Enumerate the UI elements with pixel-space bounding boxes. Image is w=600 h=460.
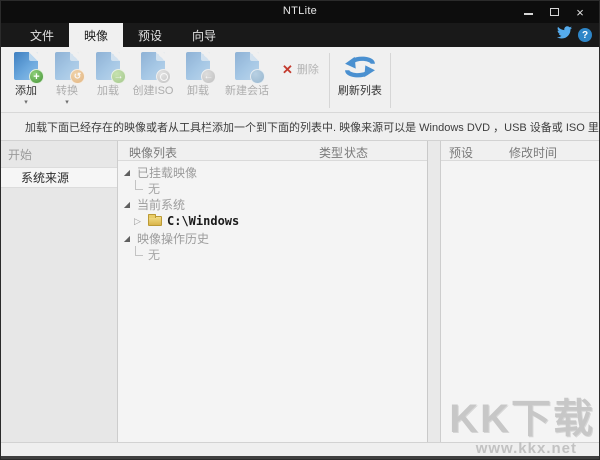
arrow-left-badge-icon: ← [201,69,216,84]
convert-image-button[interactable]: ↺ 转换 ▾ [47,52,87,107]
expander-open-icon[interactable]: ◢ [121,234,133,243]
delete-x-icon: ✕ [282,61,293,77]
ntlite-window: NTLite × 文件 映像 预设 向导 ? + 添加 ▾ ↺ 转换 ▾ → 加… [0,0,600,460]
ribbon-toolbar: + 添加 ▾ ↺ 转换 ▾ → 加载 创建ISO ← 卸载 新建会话 ✕ 删除 [1,47,599,113]
tree-item-none: 无 [118,180,427,196]
sidebar-header-start: 开始 [8,148,33,162]
tree-item-none: 无 [118,246,427,262]
titlebar[interactable]: NTLite × [1,1,599,23]
tree-connector-icon [135,180,143,190]
refresh-list-button[interactable]: 刷新列表 [332,52,388,98]
convert-badge-icon: ↺ [70,69,85,84]
load-image-icon: → [96,52,126,84]
add-image-button[interactable]: + 添加 ▾ [6,52,46,107]
tab-file[interactable]: 文件 [15,23,69,47]
details-body [441,161,599,442]
tree-item-image-history[interactable]: ◢ 映像操作历史 [118,230,427,246]
column-image-list[interactable]: 映像列表 [129,144,177,161]
refresh-icon [344,56,375,78]
chevron-down-icon: ▾ [65,99,69,106]
close-button[interactable]: × [567,1,593,23]
sidebar: 开始 系统来源 [1,141,118,442]
maximize-icon [549,8,559,16]
column-type[interactable]: 类型 [319,144,343,161]
minimize-button[interactable] [515,1,541,23]
create-iso-icon [141,52,171,84]
image-list-body: ◢ 已挂载映像 无 ◢ 当前系统 ▷ C:\Windows ◢ 映像操作历史 无 [118,161,427,442]
window-title: NTLite [282,5,318,17]
ribbon-separator [328,53,330,108]
ribbon-tabbar: 文件 映像 预设 向导 ? [1,23,599,47]
column-modified-time[interactable]: 修改时间 [509,144,557,161]
tabbar-icons: ? [556,23,592,47]
expander-open-icon[interactable]: ◢ [121,168,133,177]
tree-connector-icon [135,246,143,256]
column-preset[interactable]: 预设 [449,144,473,161]
close-icon: × [576,4,584,20]
expander-open-icon[interactable]: ◢ [121,200,133,209]
help-icon[interactable]: ? [578,28,592,42]
minimize-icon [523,13,533,15]
unload-image-button[interactable]: ← 卸载 [178,52,218,98]
info-bar: 加载下面已经存在的映像或者从工具栏添加一个到下面的列表中. 映像来源可以是 Wi… [1,113,599,141]
tab-image[interactable]: 映像 [69,23,124,47]
twitter-icon[interactable] [556,26,572,44]
tab-wizard[interactable]: 向导 [177,23,231,47]
tree-item-mounted-images[interactable]: ◢ 已挂载映像 [118,164,427,180]
delete-button[interactable]: ✕ 删除 [282,61,319,77]
arrow-right-badge-icon: → [111,69,126,84]
session-badge-icon [250,69,265,84]
tree-item-c-windows[interactable]: ▷ C:\Windows [118,212,427,230]
tab-presets[interactable]: 预设 [123,23,177,47]
details-header: 预设 修改时间 [441,141,599,161]
new-session-icon [235,52,265,84]
maximize-button[interactable] [541,1,567,23]
create-iso-button[interactable]: 创建ISO [129,52,177,98]
chevron-down-icon: ▾ [24,99,28,106]
image-tree: ◢ 已挂载映像 无 ◢ 当前系统 ▷ C:\Windows ◢ 映像操作历史 无 [118,161,427,262]
add-image-icon: + [14,52,44,84]
status-bar [1,442,599,456]
sidebar-item-system-source[interactable]: 系统来源 [1,167,117,188]
load-image-button[interactable]: → 加载 [88,52,128,98]
convert-image-icon: ↺ [55,52,85,84]
image-list-panel: 映像列表 类型 状态 ◢ 已挂载映像 无 ◢ 当前系统 ▷ C:\Windows… [118,141,428,442]
details-panel: 预设 修改时间 [440,141,599,442]
window-bottom-edge [1,456,599,459]
ribbon-separator [389,53,391,108]
info-text: 加载下面已经存在的映像或者从工具栏添加一个到下面的列表中. 映像来源可以是 Wi… [25,121,599,134]
panel-gap [428,141,440,442]
expander-closed-icon[interactable]: ▷ [134,216,146,227]
main-content: 开始 系统来源 映像列表 类型 状态 ◢ 已挂载映像 无 ◢ 当前系统 ▷ C:… [1,141,599,442]
image-list-header: 映像列表 类型 状态 [118,141,427,161]
disc-badge-icon [156,69,171,84]
unload-image-icon: ← [186,52,216,84]
window-controls: × [515,1,593,23]
folder-icon [148,214,162,226]
tree-item-current-system[interactable]: ◢ 当前系统 [118,196,427,212]
new-session-button[interactable]: 新建会话 [219,52,275,98]
plus-badge-icon: + [29,69,44,84]
column-status[interactable]: 状态 [344,144,368,161]
